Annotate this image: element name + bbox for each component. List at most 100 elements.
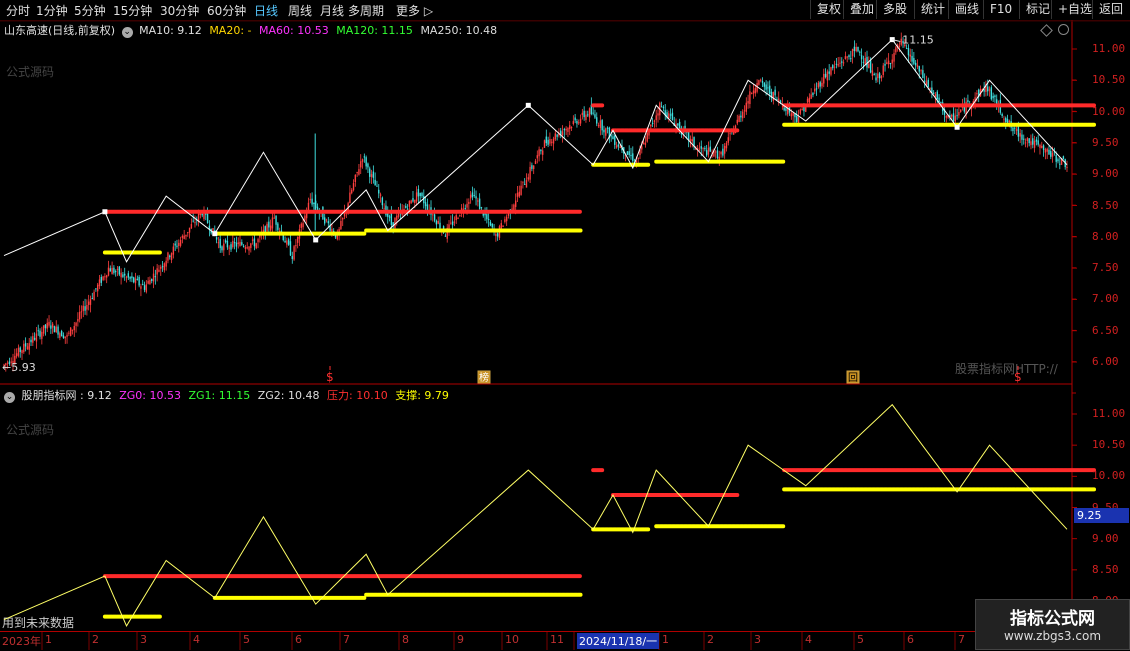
candle-body [89,299,92,305]
candle-body [815,88,818,90]
candle-body [704,148,706,150]
candle-body [1003,118,1005,120]
candle-body [552,138,555,144]
y-label-sub-5: 8.50 [1092,562,1119,576]
candle-body [747,100,749,104]
candle-body [583,110,585,118]
candle-body [487,218,490,220]
candle-body [1017,126,1020,137]
y-label-main-6: 8.00 [1092,229,1119,243]
candle-body [542,150,544,155]
candle-body [837,64,839,66]
candle-body [190,224,193,229]
candle-body [381,197,384,206]
candle-body [237,242,239,245]
candle-body [596,117,598,124]
y-label-main-5: 8.50 [1092,198,1119,212]
candle-body [538,149,540,157]
pivot-marker-5 [954,124,960,130]
candle-body [1033,140,1036,148]
candle-body [46,322,48,329]
candle-body [113,267,115,273]
candle-body [142,283,144,285]
candle-body [93,291,95,301]
candle-body [653,120,656,122]
x-axis: 2023年 1 2 3 4 5 6 7 8 9 10 11 2024/11/18/一 1 2 3 4 5 6 7 [0,631,1072,651]
y-label-main-8: 7.00 [1092,292,1119,306]
candle-body [1006,119,1009,124]
candle-body [169,255,171,258]
candle-body [725,142,728,149]
candle-body [797,117,800,124]
candle-body [60,331,63,337]
candle-body [857,46,859,52]
candle-body [907,48,910,56]
candle-body [179,239,182,246]
candle-body [340,220,342,230]
candle-body [37,330,39,332]
candle-body [424,202,427,207]
candle-body [417,188,420,197]
candle-body [516,192,519,197]
candle-body [540,149,542,152]
pivot-marker-3 [525,102,531,108]
y-label-main-9: 6.50 [1092,323,1119,337]
candle-body [551,141,553,143]
candle-body [313,202,315,204]
candle-body [78,311,81,320]
candle-body [91,297,93,299]
candle-body [592,112,594,114]
candle-body [504,219,506,222]
candle-body [156,268,158,275]
x-month-b-2: 3 [754,633,761,646]
candle-body [69,327,72,336]
candle-body [729,133,731,135]
candle-body [745,102,747,112]
candle-body [1028,138,1030,144]
candle-body [450,222,452,224]
candle-body [433,214,436,221]
candle-body [327,221,330,224]
candle-body [669,114,672,116]
candle-body [1015,129,1018,131]
candle-body [246,247,248,249]
candle-body [410,200,412,204]
candle-body [295,245,297,247]
candle-body [563,128,566,131]
candle-body [606,127,609,129]
candle-body [1037,140,1039,145]
candle-body [57,326,59,335]
candle-body [612,136,614,140]
candle-body [233,242,236,244]
x-month-b-3: 4 [805,633,812,646]
candle-body [760,79,762,81]
candle-body [741,111,744,119]
y-label-sub-4: 9.00 [1092,531,1119,545]
candle-body [862,61,865,63]
chart-canvas[interactable]: 11.15 ←5.93 $ $ 榜 回 [0,0,1130,650]
candle-body [111,267,113,275]
candle-body [859,51,861,53]
candle-body [134,278,137,284]
candle-body [372,171,375,178]
candle-body [151,279,153,282]
candle-body [698,149,701,151]
candle-body [55,326,57,332]
candle-body [369,168,371,177]
candle-body [752,90,755,94]
candle-body [529,166,531,180]
x-month-b-0: 1 [662,633,669,646]
candle-body [597,125,600,127]
candle-body [576,120,578,124]
candle-body [514,200,517,207]
candle-body [342,217,344,220]
candle-body [68,332,70,334]
candle-body [451,221,454,226]
candle-body [869,60,872,73]
candle-body [828,71,830,74]
candle-body [662,107,665,109]
candle-body [1012,127,1014,132]
candle-body [419,192,421,197]
candle-body [886,62,888,64]
candle-body [853,46,856,52]
